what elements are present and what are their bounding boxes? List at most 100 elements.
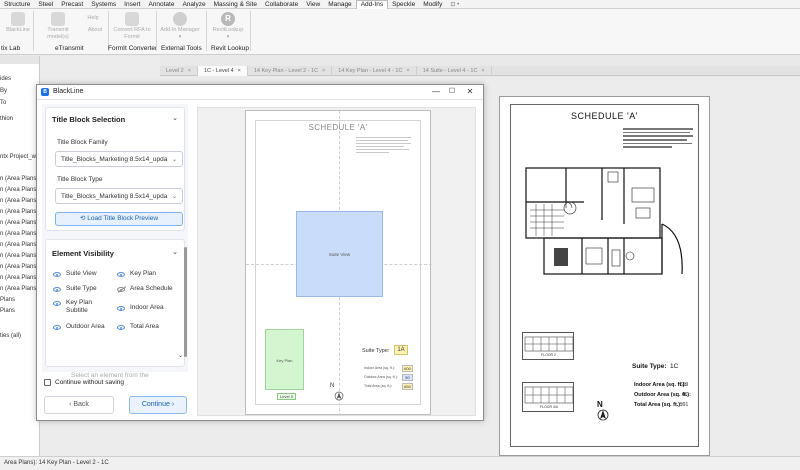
ribbon-tab-insert[interactable]: Insert bbox=[120, 1, 144, 8]
preview-area-value[interactable]: 600 bbox=[402, 365, 413, 372]
preview-title: SCHEDULE 'A' bbox=[308, 123, 368, 132]
browser-row[interactable]: n (Area Plans) bbox=[0, 275, 38, 281]
preview-area-value[interactable]: 50 bbox=[402, 374, 413, 381]
browser-row[interactable]: n (Area Plans) bbox=[0, 231, 38, 237]
eye-icon[interactable] bbox=[53, 272, 61, 277]
preview-suite-type-value[interactable]: 1A bbox=[394, 345, 408, 355]
chevron-down-icon: ⌄ bbox=[171, 194, 177, 200]
view-tab[interactable]: Level 2 × bbox=[160, 66, 198, 76]
close-button[interactable]: ✕ bbox=[463, 86, 477, 98]
ribbon-tab-structure[interactable]: Structure bbox=[0, 1, 34, 8]
eye-icon[interactable] bbox=[53, 325, 61, 330]
sheet-title: SCHEDULE 'A' bbox=[571, 111, 638, 121]
minimize-button[interactable]: — bbox=[429, 86, 443, 98]
quick-access-dropdown-icon[interactable]: ⊡ • bbox=[446, 1, 463, 8]
ribbon-tab-massing-site[interactable]: Massing & Site bbox=[210, 1, 261, 8]
tab-close-icon[interactable]: × bbox=[406, 68, 409, 74]
browser-row[interactable]: Plans bbox=[0, 308, 15, 314]
key-plan-subtitle[interactable]: Level X bbox=[277, 393, 297, 400]
dialog-titlebar[interactable]: B BlackLine — ☐ ✕ bbox=[37, 85, 483, 100]
eye-icon[interactable] bbox=[53, 301, 61, 306]
continue-button[interactable]: Continue › bbox=[129, 396, 187, 414]
ribbon-tab-add-ins[interactable]: Add-Ins bbox=[355, 0, 389, 9]
about-button[interactable]: About bbox=[84, 27, 106, 34]
continue-without-saving-label[interactable]: Continue without saving bbox=[55, 379, 124, 386]
view-tab[interactable]: 14 Key Plan - Level 2 - 1C × bbox=[248, 66, 333, 76]
browser-row[interactable]: ides bbox=[0, 76, 11, 82]
browser-row[interactable]: thion bbox=[0, 116, 13, 122]
ribbon-tab-collaborate[interactable]: Collaborate bbox=[261, 1, 302, 8]
group-separator bbox=[206, 11, 207, 51]
browser-row[interactable]: By bbox=[0, 88, 7, 94]
group-label-external-tools: External Tools bbox=[161, 45, 202, 52]
browser-row[interactable]: n (Area Plans) bbox=[0, 264, 38, 270]
browser-row[interactable]: ntx Project_with bbox=[0, 154, 39, 160]
view-tab[interactable]: 14 Key Plan - Level 4 - 1C × bbox=[332, 66, 417, 76]
eye-off-icon[interactable] bbox=[117, 287, 125, 292]
ribbon-tab-manage[interactable]: Manage bbox=[324, 1, 356, 8]
key-plan-floor-label: FLOOR 4/6 bbox=[540, 405, 558, 409]
view-tab[interactable]: 1C - Level 4 × bbox=[197, 66, 248, 76]
ribbon-tab-speckle[interactable]: Speckle bbox=[388, 1, 419, 8]
visibility-hint-text: Select an element from the bbox=[71, 372, 149, 379]
ribbon-tab-systems[interactable]: Systems bbox=[87, 1, 120, 8]
preview-area-value[interactable]: 650 bbox=[402, 383, 413, 390]
browser-row[interactable]: n (Area Plans) bbox=[0, 253, 38, 259]
revitlookup-button[interactable]: R RevitLookup ▾ bbox=[210, 12, 246, 41]
help-button[interactable]: Help bbox=[84, 15, 102, 22]
back-button-label: Back bbox=[73, 401, 89, 408]
blackline-ribbon-button[interactable]: BlackLine bbox=[4, 12, 32, 34]
visibility-item-key-plan[interactable]: Key Plan bbox=[130, 270, 184, 278]
browser-row[interactable]: n (Area Plans) bbox=[0, 286, 38, 292]
settings-sidebar: Title Block Selection ⌄ Title Block Fami… bbox=[42, 104, 188, 379]
visibility-item-total-area[interactable]: Total Area bbox=[130, 323, 184, 331]
collapse-chevron-icon[interactable]: ⌄ bbox=[172, 248, 178, 256]
tab-close-icon[interactable]: × bbox=[188, 68, 191, 74]
ribbon-tab-modify[interactable]: Modify bbox=[419, 1, 446, 8]
browser-row[interactable]: To bbox=[0, 100, 6, 106]
ribbon-tab-steel[interactable]: Steel bbox=[34, 1, 57, 8]
back-button[interactable]: ‹ Back bbox=[44, 396, 114, 414]
visibility-item-indoor-area[interactable]: Indoor Area bbox=[130, 304, 184, 312]
title-block-preview[interactable]: SCHEDULE 'A' Suite View Key Plan Level X… bbox=[197, 107, 476, 416]
addin-manager-button[interactable]: Add-In Manager ▾ bbox=[158, 12, 202, 41]
element-visibility-card: Element Visibility ⌄ Suite View Key Plan S… bbox=[45, 239, 185, 367]
convert-button-label: Convert RFA to Formit bbox=[113, 27, 151, 40]
ribbon-tab-view[interactable]: View bbox=[302, 1, 324, 8]
visibility-item-key-plan-subtitle[interactable]: Key Plan Subtitle bbox=[66, 299, 106, 315]
tab-close-icon[interactable]: × bbox=[238, 68, 241, 74]
title-block-family-select[interactable]: Title_Blocks_Marketing 8.5x14_upda ⌄ bbox=[55, 151, 183, 167]
revitlookup-label: RevitLookup bbox=[212, 27, 244, 33]
browser-row[interactable]: n (Area Plans) bbox=[0, 242, 38, 248]
eye-icon[interactable] bbox=[53, 287, 61, 292]
eye-icon[interactable] bbox=[117, 306, 125, 311]
title-block-type-select[interactable]: Title_Blocks_Marketing 8.5x14_upda ⌄ bbox=[55, 188, 183, 204]
maximize-button[interactable]: ☐ bbox=[445, 86, 459, 98]
ribbon-tab-annotate[interactable]: Annotate bbox=[144, 1, 178, 8]
browser-row[interactable]: n (Area Plans) bbox=[0, 176, 38, 182]
convert-rfa-button[interactable]: Convert RFA to Formit bbox=[112, 12, 152, 41]
suite-view-placeholder[interactable]: Suite View bbox=[296, 211, 383, 297]
eye-icon[interactable] bbox=[117, 272, 125, 277]
scroll-down-icon[interactable]: ⌄ bbox=[178, 352, 183, 359]
collapse-chevron-icon[interactable]: ⌄ bbox=[172, 114, 178, 122]
eye-icon[interactable] bbox=[117, 325, 125, 330]
key-plan-floor-label: FLOOR 2 bbox=[541, 353, 556, 357]
ribbon-tab-analyze[interactable]: Analyze bbox=[178, 1, 209, 8]
browser-row[interactable]: n (Area Plans) bbox=[0, 187, 38, 193]
transmit-models-button[interactable]: Transmit model(s) bbox=[36, 12, 80, 41]
visibility-item-area-schedule[interactable]: Area Schedule bbox=[130, 285, 184, 293]
tab-close-icon[interactable]: × bbox=[481, 68, 484, 74]
ribbon-tab-precast[interactable]: Precast bbox=[57, 1, 87, 8]
load-title-block-preview-button[interactable]: ⟲ Load Title Block Preview bbox=[55, 212, 183, 226]
tab-close-icon[interactable]: × bbox=[322, 68, 325, 74]
key-plan-placeholder[interactable]: Key Plan bbox=[265, 329, 304, 390]
browser-row[interactable]: Plans bbox=[0, 297, 15, 303]
browser-row[interactable]: n (Area Plans) bbox=[0, 198, 38, 204]
continue-without-saving-checkbox[interactable] bbox=[44, 379, 51, 386]
scrollbar-thumb[interactable] bbox=[184, 247, 187, 357]
browser-row[interactable]: n (Area Plans) bbox=[0, 220, 38, 226]
view-tab[interactable]: 14 Suite - Level 4 - 1C × bbox=[417, 66, 492, 76]
browser-row[interactable]: ties (all) bbox=[0, 333, 21, 339]
browser-row[interactable]: n (Area Plans) bbox=[0, 209, 38, 215]
